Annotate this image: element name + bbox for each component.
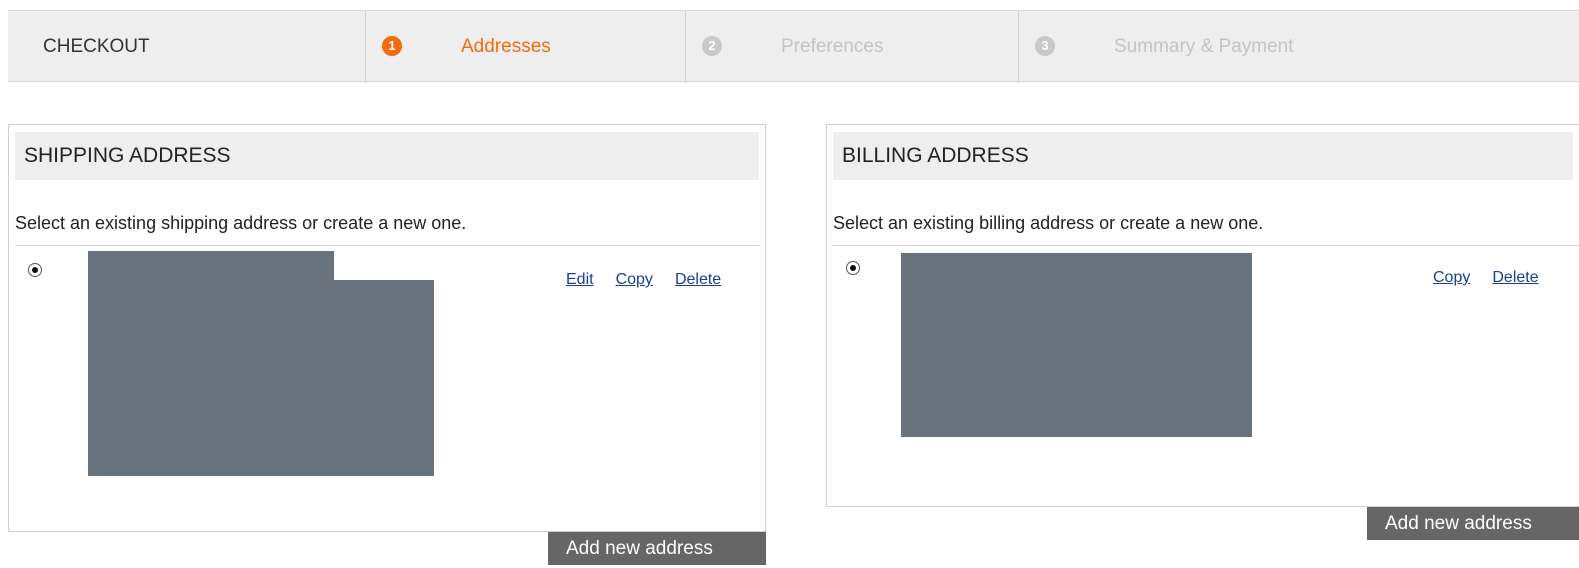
step-label: Summary & Payment <box>1114 36 1294 57</box>
step-addresses[interactable]: 1 Addresses <box>365 11 685 83</box>
billing-address-radio[interactable] <box>846 261 860 275</box>
shipping-address-heading: SHIPPING ADDRESS <box>15 132 759 180</box>
shipping-add-new-address-button[interactable]: Add new address <box>548 532 766 565</box>
shipping-address-intro: Select an existing shipping address or c… <box>15 213 759 246</box>
step-label: Addresses <box>461 36 551 57</box>
step-number-2-icon: 2 <box>702 36 722 56</box>
delete-link[interactable]: Delete <box>675 271 721 288</box>
delete-link[interactable]: Delete <box>1492 269 1538 286</box>
shipping-address-panel: SHIPPING ADDRESS Select an existing ship… <box>8 124 766 532</box>
billing-add-new-address-button[interactable]: Add new address <box>1367 507 1579 540</box>
copy-link[interactable]: Copy <box>616 271 653 288</box>
redacted-address-block <box>88 280 434 476</box>
redacted-address-block <box>88 251 334 281</box>
billing-address-heading: BILLING ADDRESS <box>833 132 1573 180</box>
billing-address-intro: Select an existing billing address or cr… <box>833 213 1579 246</box>
redacted-address-block <box>901 253 1252 437</box>
step-label: Preferences <box>781 36 884 57</box>
step-preferences[interactable]: 2 Preferences <box>685 11 1018 83</box>
step-summary-payment[interactable]: 3 Summary & Payment <box>1018 11 1579 83</box>
checkout-title: CHECKOUT <box>43 36 150 57</box>
shipping-address-actions: Edit Copy Delete <box>566 271 721 289</box>
checkout-steps-bar: CHECKOUT 1 Addresses 2 Preferences 3 Sum… <box>8 10 1579 83</box>
edit-link[interactable]: Edit <box>566 271 594 288</box>
copy-link[interactable]: Copy <box>1433 269 1470 286</box>
billing-address-actions: Copy Delete <box>1433 269 1539 287</box>
step-number-1-icon: 1 <box>382 36 402 56</box>
step-number-3-icon: 3 <box>1035 36 1055 56</box>
shipping-address-radio[interactable] <box>28 263 42 277</box>
billing-address-panel: BILLING ADDRESS Select an existing billi… <box>826 124 1579 507</box>
